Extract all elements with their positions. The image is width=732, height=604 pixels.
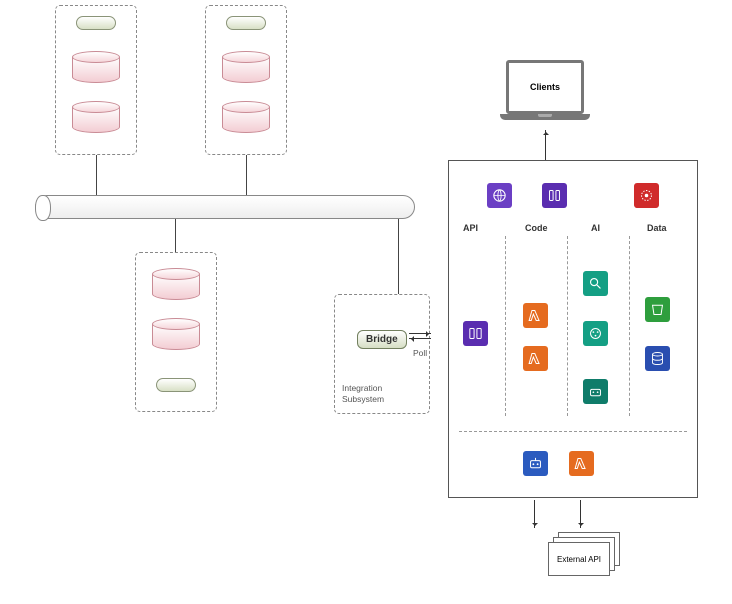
bridge-label: Bridge bbox=[357, 330, 407, 349]
external-api-label: External API bbox=[557, 555, 601, 564]
database-icon bbox=[152, 318, 200, 350]
col-sep bbox=[505, 236, 506, 416]
lambda-icon bbox=[523, 303, 548, 328]
bucket-icon bbox=[645, 297, 670, 322]
integration-label: Integration Subsystem bbox=[342, 383, 384, 405]
database-icon bbox=[72, 51, 120, 83]
node-pill bbox=[76, 16, 116, 30]
col-data: Data bbox=[647, 223, 667, 233]
dbstack-icon bbox=[645, 346, 670, 371]
col-ai: AI bbox=[591, 223, 600, 233]
h-separator bbox=[459, 431, 687, 432]
integration-line1: Integration bbox=[342, 383, 382, 393]
connector bbox=[246, 155, 247, 195]
col-code: Code bbox=[525, 223, 548, 233]
arrow-down bbox=[534, 500, 535, 528]
clients-label: Clients bbox=[530, 82, 560, 92]
robot-icon bbox=[523, 451, 548, 476]
node-pill bbox=[156, 378, 196, 392]
node-pill bbox=[226, 16, 266, 30]
database-icon bbox=[222, 51, 270, 83]
connector bbox=[96, 155, 97, 195]
arrow-to-clients bbox=[545, 130, 546, 160]
api-icon bbox=[463, 321, 488, 346]
poll-label: Poll bbox=[413, 348, 427, 359]
bridge-arrows bbox=[409, 329, 431, 343]
col-sep bbox=[567, 236, 568, 416]
connector bbox=[175, 219, 176, 252]
services-container: API Code AI Data bbox=[448, 160, 698, 498]
arrow-down bbox=[580, 500, 581, 528]
col-api: API bbox=[463, 223, 478, 233]
brain-icon bbox=[583, 321, 608, 346]
clients-laptop: Clients bbox=[500, 60, 590, 120]
search-icon bbox=[583, 271, 608, 296]
node-group-2 bbox=[205, 5, 287, 155]
database-icon bbox=[222, 101, 270, 133]
lambda-icon bbox=[569, 451, 594, 476]
database-icon bbox=[152, 268, 200, 300]
ml-icon bbox=[583, 379, 608, 404]
lambda-icon bbox=[523, 346, 548, 371]
bug-icon bbox=[634, 183, 659, 208]
api-gateway-icon bbox=[542, 183, 567, 208]
connector bbox=[398, 219, 399, 294]
node-group-3 bbox=[135, 252, 217, 412]
globe-icon bbox=[487, 183, 512, 208]
integration-line2: Subsystem bbox=[342, 394, 384, 404]
col-sep bbox=[629, 236, 630, 416]
node-group-1 bbox=[55, 5, 137, 155]
database-icon bbox=[72, 101, 120, 133]
external-api-stack: External API bbox=[548, 532, 620, 574]
message-bus bbox=[35, 195, 415, 219]
